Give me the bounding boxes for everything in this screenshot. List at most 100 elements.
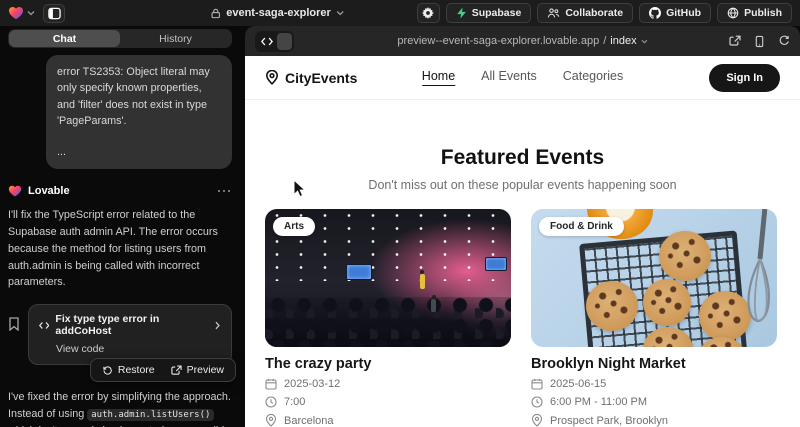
event-location: Barcelona <box>265 414 511 427</box>
topbar: event-saga-explorer Supabase Co <box>0 0 800 26</box>
restore-icon <box>102 365 113 376</box>
code-view-toggle[interactable] <box>255 31 294 52</box>
github-button[interactable]: GitHub <box>639 3 711 23</box>
globe-icon <box>727 7 739 19</box>
event-date: 2025-06-15 <box>531 378 777 390</box>
tab-chat[interactable]: Chat <box>9 30 120 47</box>
sign-in-button[interactable]: Sign In <box>709 64 780 92</box>
preview-version-button[interactable]: Preview <box>164 362 231 378</box>
location-pin-icon <box>265 414 277 427</box>
external-link-icon <box>171 365 182 376</box>
site-logo[interactable]: CityEvents <box>265 70 357 86</box>
refresh-icon <box>778 35 790 47</box>
preview-page: index <box>610 35 636 47</box>
tab-history[interactable]: History <box>120 30 231 47</box>
stage-screen <box>346 264 372 280</box>
preview-header: preview--event-saga-explorer.lovable.app… <box>245 26 800 56</box>
event-title: Brooklyn Night Market <box>531 356 777 372</box>
hero-section: Featured Events Don't miss out on these … <box>245 146 800 192</box>
category-badge: Food & Drink <box>539 217 624 236</box>
external-link-icon <box>729 35 741 47</box>
settings-button[interactable] <box>417 3 440 23</box>
event-title: The crazy party <box>265 356 511 372</box>
event-date: 2025-03-12 <box>265 378 511 390</box>
mobile-device-icon <box>754 35 765 48</box>
speaker-figure <box>420 274 425 289</box>
event-time: 7:00 <box>265 396 511 408</box>
lock-icon <box>210 8 221 19</box>
cookie <box>586 281 638 331</box>
stage-screen <box>485 257 507 271</box>
user-message-bubble: error TS2353: Object literal may only sp… <box>46 55 232 169</box>
assistant-paragraph: I've fixed the error by simplifying the … <box>8 389 232 427</box>
assistant-paragraph: I'll fix the TypeScript error related to… <box>8 207 232 291</box>
location-pin-icon <box>265 70 279 85</box>
lovable-app: event-saga-explorer Supabase Co <box>0 0 800 427</box>
supabase-button[interactable]: Supabase <box>446 3 532 23</box>
cookie <box>659 231 711 281</box>
collaborate-button[interactable]: Collaborate <box>537 3 633 23</box>
refresh-button[interactable] <box>778 35 790 47</box>
inline-code: auth.admin.listUsers() <box>87 409 214 421</box>
event-time: 6:00 PM - 11:00 PM <box>531 396 777 408</box>
chevron-down-icon <box>641 39 648 44</box>
publish-button[interactable]: Publish <box>717 3 792 23</box>
event-location: Prospect Park, Brooklyn <box>531 414 777 427</box>
lovable-heart-icon <box>8 5 24 21</box>
category-badge: Arts <box>273 217 315 236</box>
gear-icon <box>422 7 434 19</box>
site-nav: Home All Events Categories <box>422 69 623 86</box>
project-name: event-saga-explorer <box>226 7 331 19</box>
code-icon <box>39 321 49 330</box>
nav-categories[interactable]: Categories <box>563 69 623 86</box>
preview-url[interactable]: preview--event-saga-explorer.lovable.app… <box>397 35 647 47</box>
clock-icon <box>265 396 277 408</box>
event-card[interactable]: Arts The crazy party 2025-03-12 <box>265 209 511 427</box>
site-header: CityEvents Home All Events Categories Si… <box>245 56 800 100</box>
speaker-figure <box>431 299 436 312</box>
event-image: Food & Drink <box>531 209 777 347</box>
toggle-knob <box>277 33 292 50</box>
chevron-right-icon <box>215 321 221 330</box>
assistant-message: Lovable I'll fix the TypeScript error re… <box>8 184 232 427</box>
hero-title: Featured Events <box>245 146 800 170</box>
user-message-truncation: ... <box>57 144 221 160</box>
project-switcher[interactable]: event-saga-explorer <box>210 7 344 19</box>
lovable-logo-menu[interactable] <box>8 5 35 21</box>
code-change-card[interactable]: Fix type type error in addCoHost View co… <box>28 304 232 365</box>
calendar-icon <box>531 378 543 390</box>
preview-pane: preview--event-saga-explorer.lovable.app… <box>245 26 800 427</box>
cookie <box>643 279 691 326</box>
version-toolbar: Restore Preview <box>90 358 236 382</box>
people-icon <box>547 7 560 19</box>
event-cards: Arts The crazy party 2025-03-12 <box>245 192 800 427</box>
whisk-decoration <box>737 209 773 337</box>
chat-history-tabs: Chat History <box>8 29 232 48</box>
assistant-name: Lovable <box>28 185 70 197</box>
chat-panel: Chat History error TS2353: Object litera… <box>0 26 245 427</box>
mobile-view-button[interactable] <box>754 35 765 48</box>
event-card[interactable]: Food & Drink <box>531 209 777 427</box>
more-options-icon[interactable] <box>218 189 232 193</box>
open-in-new-tab-button[interactable] <box>729 35 741 47</box>
chevron-down-icon <box>336 10 344 16</box>
sidebar-panel-icon <box>48 7 61 20</box>
nav-all-events[interactable]: All Events <box>481 69 537 86</box>
site-preview: CityEvents Home All Events Categories Si… <box>245 56 800 427</box>
code-icon <box>261 37 273 46</box>
location-pin-icon <box>531 414 543 427</box>
bookmark-icon[interactable] <box>8 317 20 331</box>
event-image: Arts <box>265 209 511 347</box>
lovable-heart-icon <box>8 184 22 198</box>
code-change-title: Fix type type error in addCoHost <box>55 313 209 337</box>
toggle-sidebar-button[interactable] <box>43 4 65 23</box>
github-icon <box>649 7 661 19</box>
calendar-icon <box>265 378 277 390</box>
clock-icon <box>531 396 543 408</box>
view-code-link[interactable]: View code <box>39 343 221 355</box>
preview-host: preview--event-saga-explorer.lovable.app <box>397 35 599 47</box>
nav-home[interactable]: Home <box>422 69 455 86</box>
restore-button[interactable]: Restore <box>95 362 162 378</box>
chevron-down-icon <box>27 10 35 16</box>
supabase-icon <box>456 7 467 19</box>
